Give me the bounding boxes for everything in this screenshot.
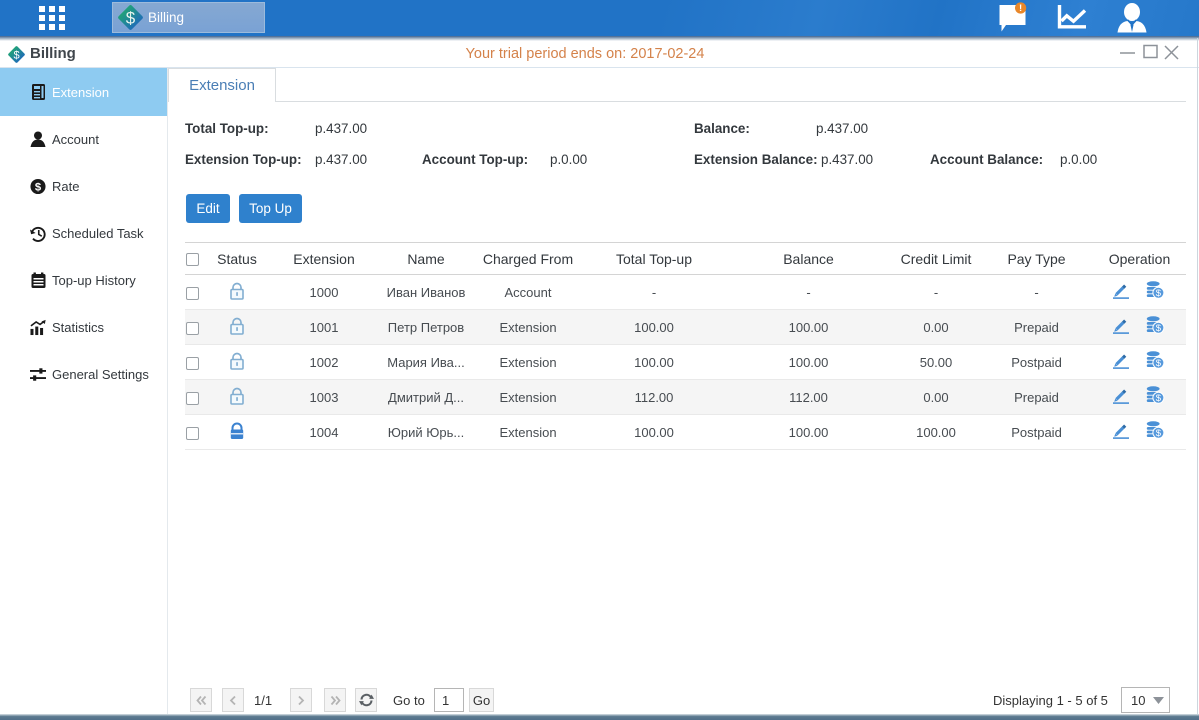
svg-text:$: $ (1156, 428, 1162, 439)
svg-text:$: $ (1156, 358, 1162, 369)
svg-text:$: $ (126, 9, 136, 28)
svg-text:$: $ (1156, 288, 1162, 299)
svg-text:$: $ (35, 182, 42, 194)
svg-text:$: $ (1156, 323, 1162, 334)
svg-text:$: $ (1156, 393, 1162, 404)
svg-text:!: ! (1019, 3, 1022, 14)
